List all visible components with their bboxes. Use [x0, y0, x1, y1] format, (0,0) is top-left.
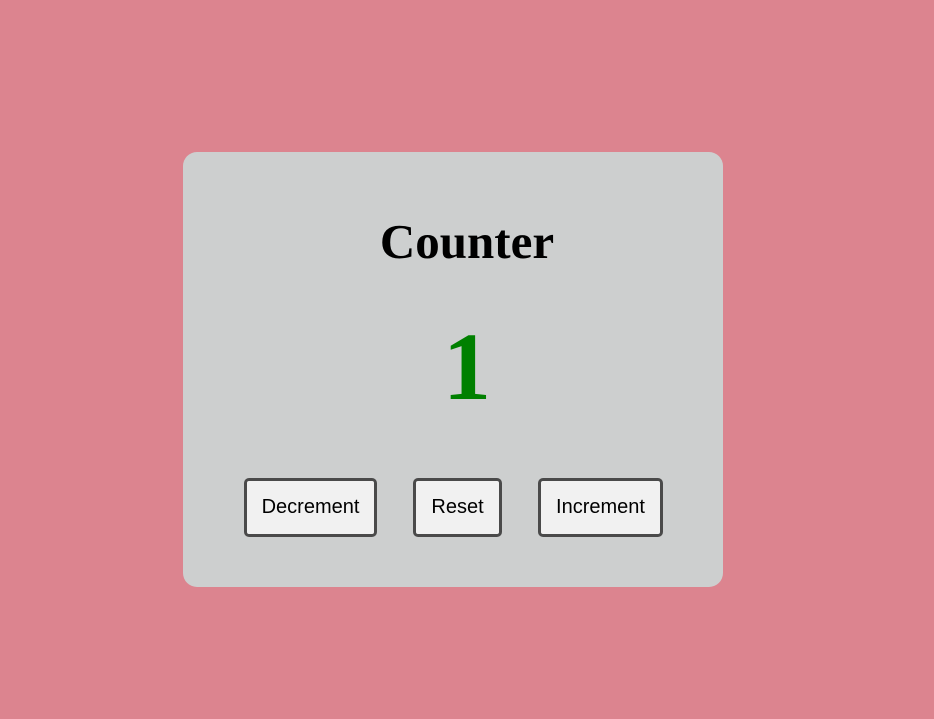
- decrement-button[interactable]: Decrement: [244, 478, 377, 537]
- increment-button[interactable]: Increment: [538, 478, 663, 537]
- counter-value: 1: [443, 313, 491, 420]
- reset-button[interactable]: Reset: [413, 478, 502, 537]
- counter-title: Counter: [379, 214, 555, 269]
- page: { "counter": { "title": "Counter", "valu…: [0, 0, 934, 719]
